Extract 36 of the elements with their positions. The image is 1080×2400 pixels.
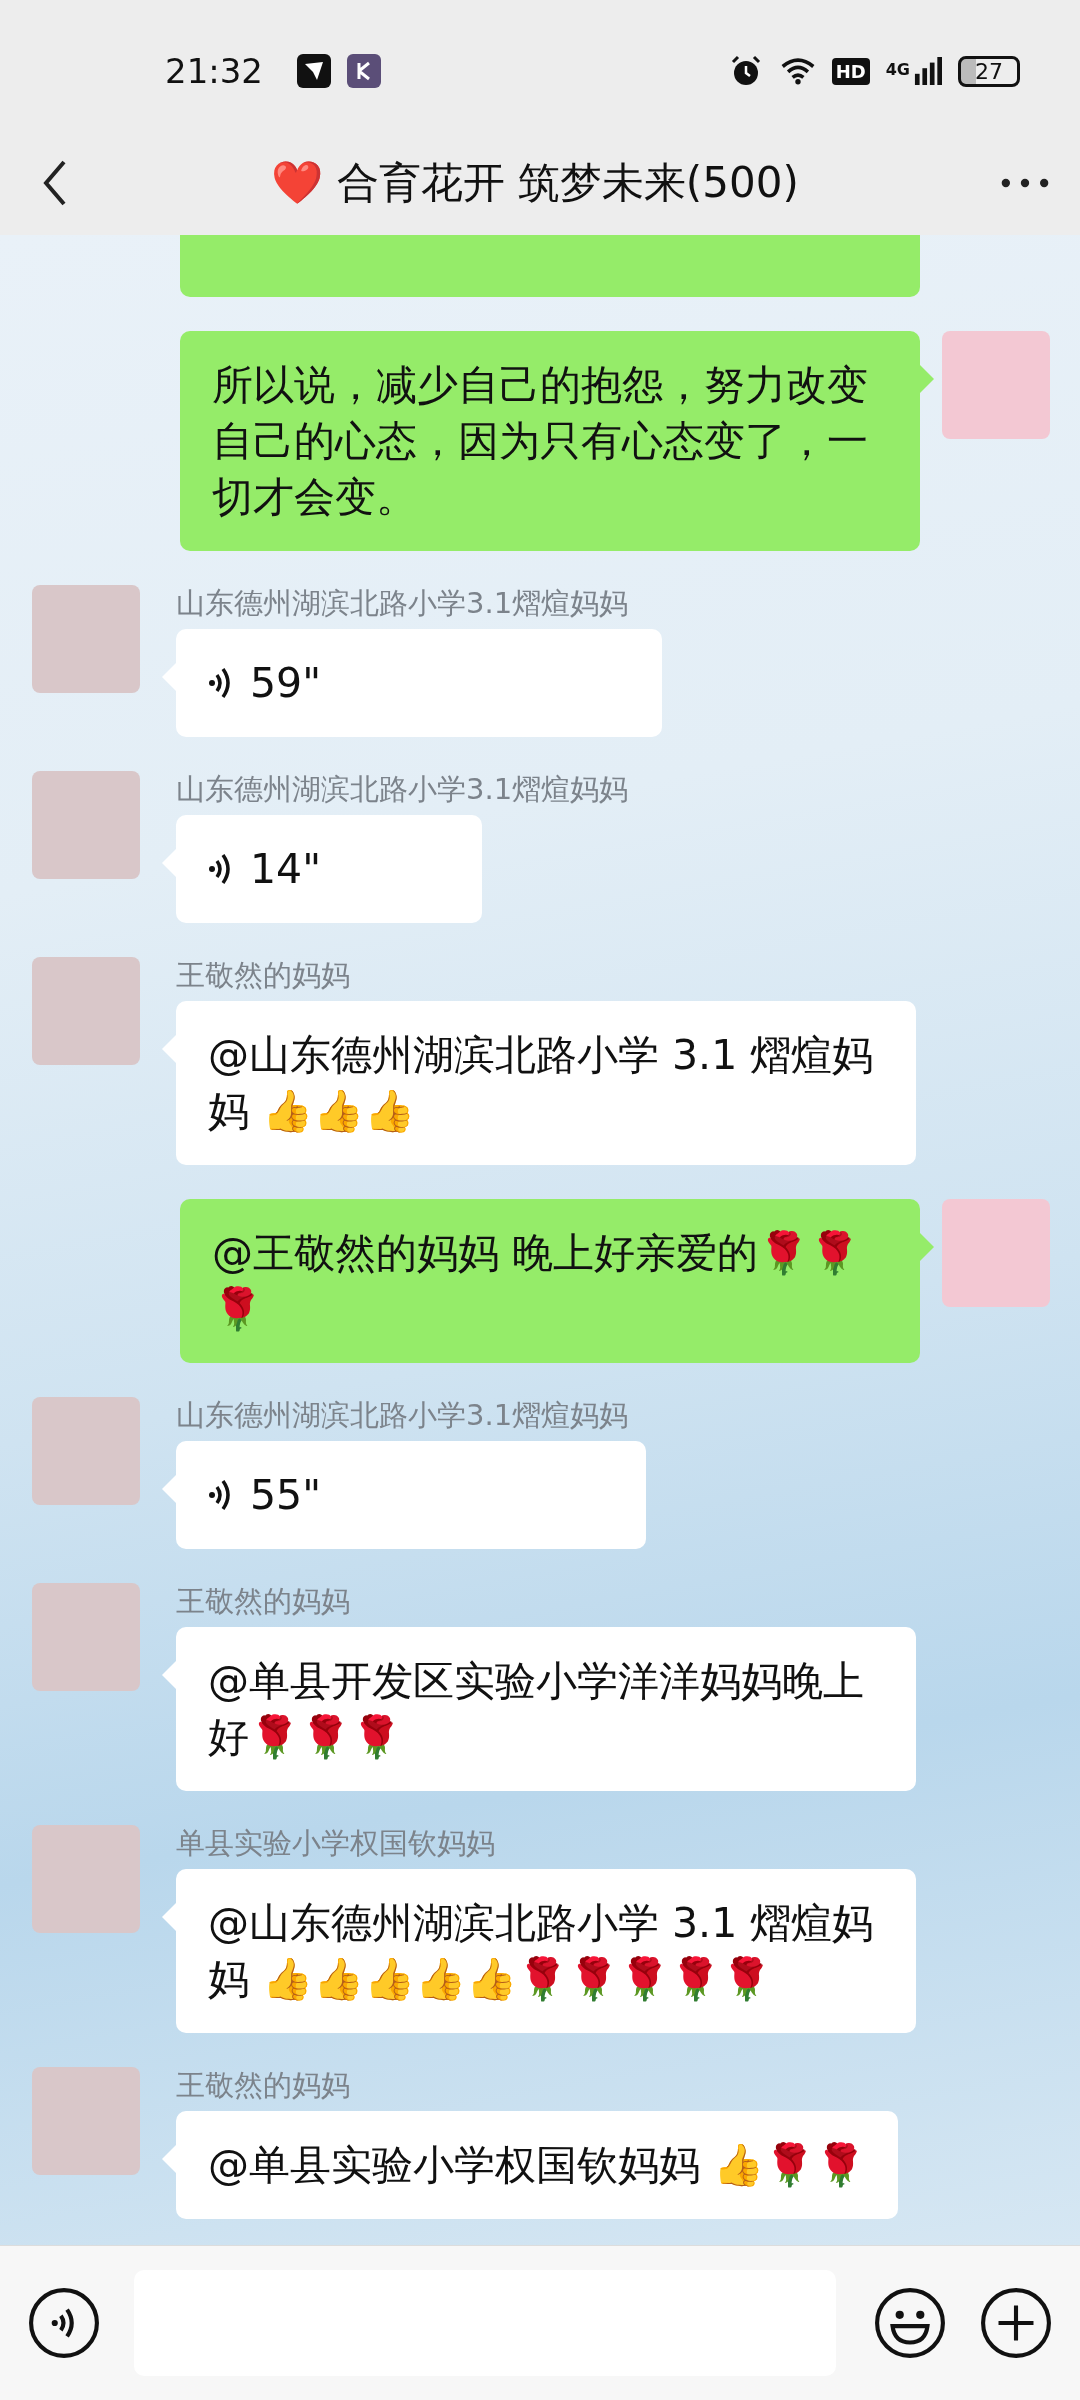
message-text: @单县实验小学权国钦妈妈 👍🌹🌹 <box>208 2141 867 2189</box>
message-text: @王敬然的妈妈 晚上好亲爱的🌹🌹🌹 <box>212 1229 861 1333</box>
avatar-placeholder[interactable] <box>942 1199 1050 1307</box>
sender-name: 王敬然的妈妈 <box>176 1583 351 1619</box>
status-time: 21:32 <box>165 51 263 91</box>
emoji-icon[interactable] <box>874 2287 946 2359</box>
voice-input-icon[interactable] <box>28 2287 100 2359</box>
avatar-photo-placeholder[interactable] <box>32 585 140 693</box>
signal-icon <box>914 57 942 85</box>
message-text: @山东德州湖滨北路小学 3.1 熠煊妈妈 👍👍👍 <box>208 1031 874 1135</box>
hd-badge: HD <box>831 57 870 85</box>
sender-name: 山东德州湖滨北路小学3.1熠煊妈妈 <box>176 1397 630 1433</box>
sender-name: 单县实验小学权国钦妈妈 <box>176 1825 496 1861</box>
voice-duration: 59" <box>250 658 322 709</box>
sender-name: 王敬然的妈妈 <box>176 957 351 993</box>
message-text: 所以说，减少自己的抱怨，努力改变自己的心态，因为只有心态变了，一切才会变。 <box>212 361 868 521</box>
avatar-photo-placeholder[interactable] <box>32 957 140 1065</box>
message-bubble[interactable] <box>180 235 920 297</box>
avatar-photo-placeholder[interactable] <box>32 1583 140 1691</box>
battery-indicator: 27 <box>958 55 1020 87</box>
message-text: @山东德州湖滨北路小学 3.1 熠煊妈妈 👍👍👍👍👍🌹🌹🌹🌹🌹 <box>208 1899 874 2003</box>
network-type: 4G <box>885 60 910 79</box>
sender-name: 山东德州湖滨北路小学3.1熠煊妈妈 <box>176 771 629 807</box>
k-app-icon <box>347 54 381 88</box>
message-text: @单县开发区实验小学洋洋妈妈晚上好🌹🌹🌹 <box>208 1657 864 1761</box>
avatar-photo-placeholder[interactable] <box>32 771 140 879</box>
chat-title: ❤ 合育花开 筑梦未来(500) <box>270 156 800 209</box>
avatar-photo-placeholder[interactable] <box>32 2067 140 2175</box>
voice-duration: 14" <box>250 844 322 895</box>
sender-name: 王敬然的妈妈 <box>176 2067 351 2103</box>
voice-duration: 55" <box>250 1470 322 1521</box>
avatar-placeholder[interactable] <box>942 331 1050 439</box>
sender-name: 山东德州湖滨北路小学3.1熠煊妈妈 <box>176 585 630 621</box>
avatar-photo-placeholder[interactable] <box>32 1825 140 1933</box>
add-icon[interactable] <box>980 2287 1052 2359</box>
avatar-photo-placeholder[interactable] <box>32 1397 140 1505</box>
